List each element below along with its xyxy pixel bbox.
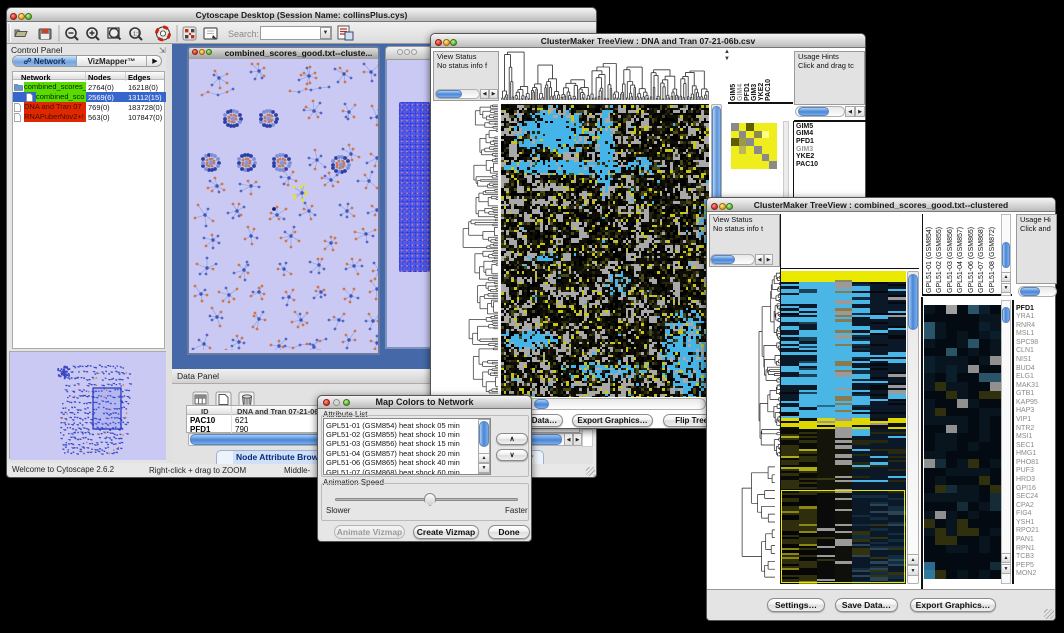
svg-text:1:1: 1:1 xyxy=(133,32,140,38)
